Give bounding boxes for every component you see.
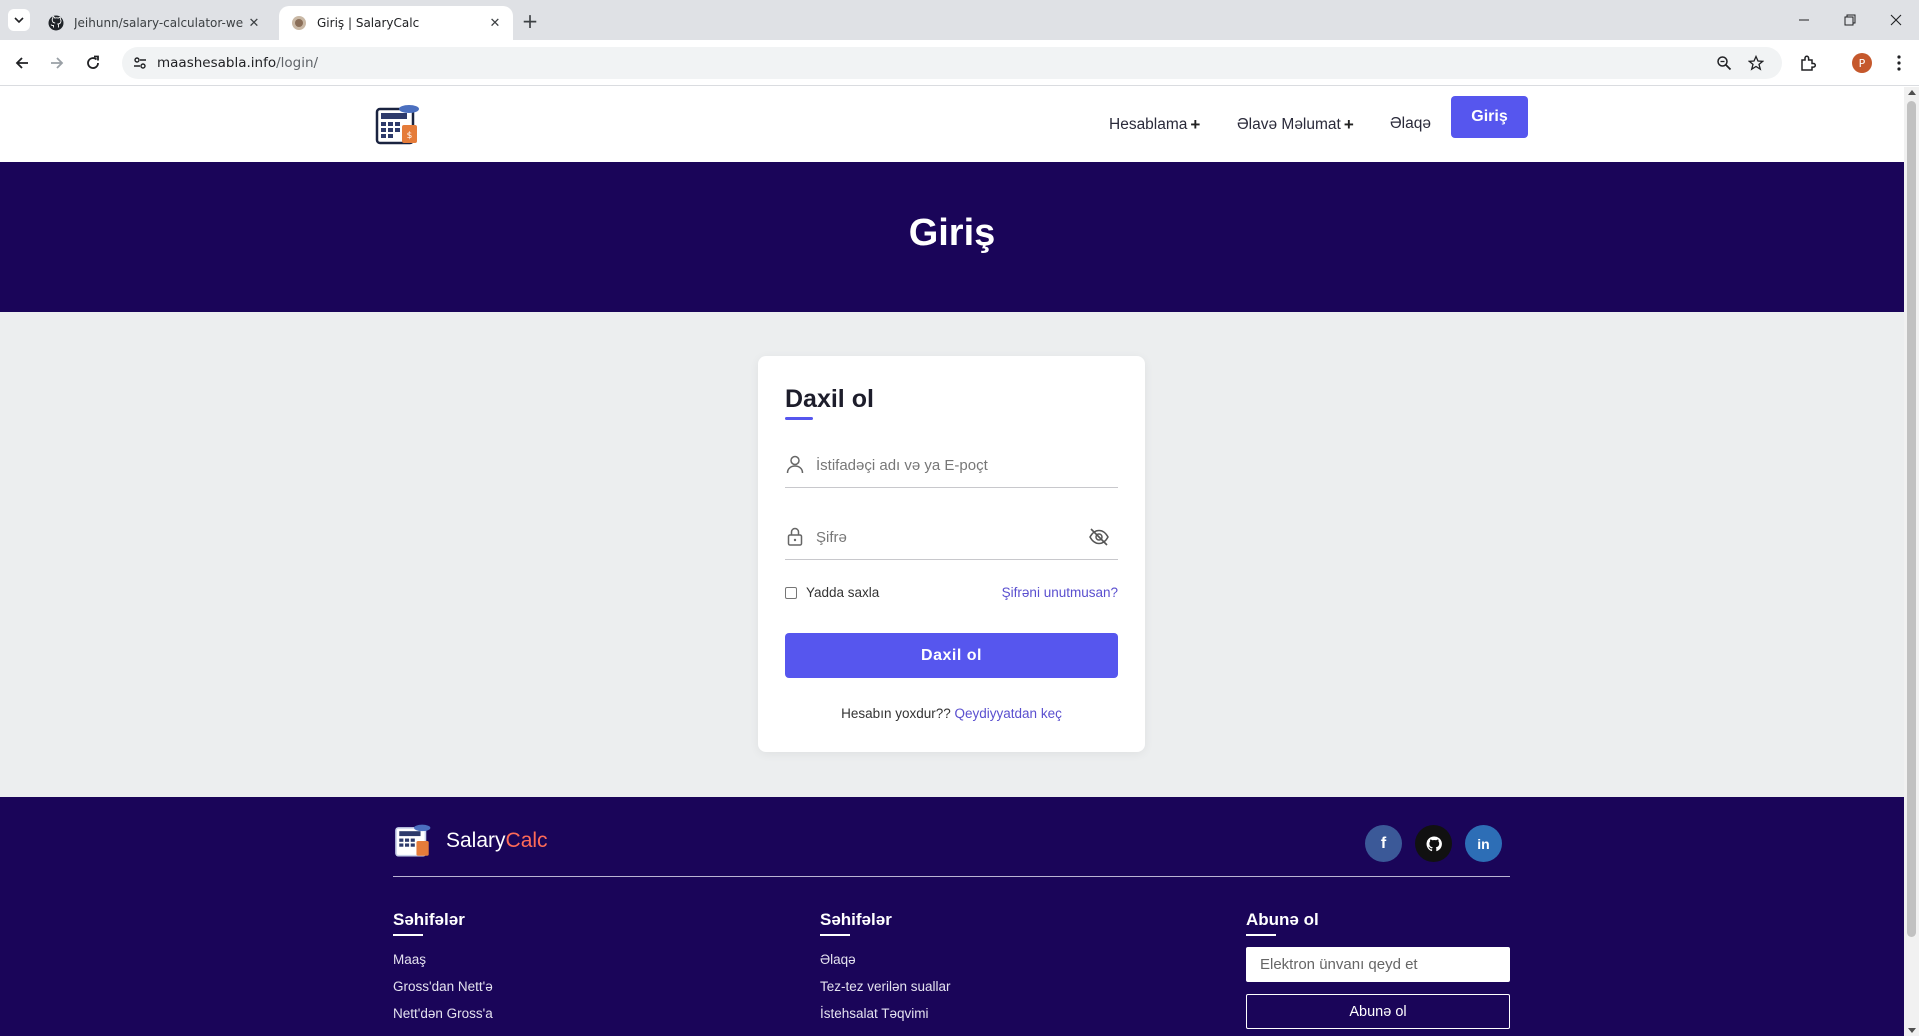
extensions-icon[interactable] [1797, 52, 1819, 74]
scrollbar-thumb[interactable] [1907, 101, 1916, 937]
signup-prompt: Hesabın yoxdur?? Qeydiyyatdan keç [758, 706, 1145, 721]
footer-link[interactable]: İstehsalat Təqvimi [820, 1006, 929, 1021]
restore-icon [1844, 14, 1856, 26]
linkedin-button[interactable]: in [1465, 825, 1502, 862]
page-viewport: $ Hesablama + Əlavə Məlumat + Əlaqə Giriş … [0, 87, 1904, 1036]
url-path: /login/ [276, 55, 319, 71]
facebook-icon: f [1380, 834, 1387, 852]
close-window-button[interactable] [1873, 0, 1919, 40]
nav-contact-label: Əlaqə [1390, 115, 1431, 132]
nav-more-info-label: Əlavə Məlumat [1237, 116, 1341, 133]
newsletter-email-input[interactable]: Elektron ünvanı qeyd et [1246, 947, 1510, 982]
footer-link[interactable]: Nett'dən Gross'a [393, 1006, 493, 1021]
login-card-title: Daxil ol [785, 385, 874, 413]
password-input[interactable] [816, 520, 1086, 554]
close-tab-icon[interactable]: ✕ [244, 13, 264, 33]
zoom-icon[interactable] [1715, 54, 1733, 72]
chevron-down-icon [14, 17, 24, 24]
register-link[interactable]: Qeydiyyatdan keç [955, 706, 1062, 721]
menu-kebab-icon[interactable] [1888, 52, 1910, 74]
reload-icon [87, 55, 99, 69]
arrow-right-icon [51, 57, 64, 69]
footer-link[interactable]: Tez-tez verilən suallar [820, 979, 951, 994]
footer-col3-title: Abunə ol [1246, 910, 1319, 929]
github-icon [48, 15, 64, 31]
footer-col3-underline [1246, 934, 1276, 936]
plus-icon: + [1190, 115, 1201, 134]
forward-button[interactable] [45, 51, 69, 75]
github-button[interactable] [1415, 825, 1452, 862]
close-icon [1890, 14, 1902, 26]
site-header: $ Hesablama + Əlavə Məlumat + Əlaqə Giriş [0, 87, 1904, 162]
svg-text:$: $ [407, 131, 413, 141]
footer-link[interactable]: Gross'dan Nett'ə [393, 979, 493, 994]
footer-col2-underline [820, 934, 850, 936]
nav-contact[interactable]: Əlaqə [1390, 115, 1431, 133]
new-tab-button[interactable]: + [518, 9, 542, 33]
tab-salarycalc[interactable]: Giriş | SalaryCalc ✕ [279, 6, 513, 40]
facebook-button[interactable]: f [1365, 825, 1402, 862]
close-tab-icon[interactable]: ✕ [485, 13, 505, 33]
eye-off-icon[interactable] [1088, 526, 1110, 548]
brand-calc: Calc [505, 829, 548, 852]
remember-label: Yadda saxla [806, 585, 880, 600]
remember-me[interactable]: Yadda saxla [785, 585, 879, 600]
github-icon [1426, 835, 1442, 851]
footer-link[interactable]: Əlaqə [820, 952, 856, 967]
url-text[interactable]: maashesabla.info/login/ [157, 55, 318, 71]
reload-button[interactable] [81, 51, 105, 75]
minimize-button[interactable] [1781, 0, 1827, 40]
scroll-up-arrow-icon[interactable] [1908, 90, 1916, 95]
scroll-down-arrow-icon[interactable] [1908, 1028, 1916, 1033]
remember-checkbox[interactable] [785, 586, 797, 599]
footer-divider [393, 876, 1510, 877]
site-footer: SalaryCalc f in Səhifələr Maaş Gross'dan… [0, 797, 1904, 1036]
page-scrollbar[interactable] [1904, 87, 1919, 1036]
username-field [785, 444, 1118, 488]
site-info-icon[interactable] [132, 55, 148, 71]
address-bar[interactable]: maashesabla.info/login/ [122, 47, 1782, 79]
nav-calc-label: Hesablama [1109, 116, 1188, 133]
plus-icon: + [1343, 115, 1354, 134]
profile-avatar[interactable]: P [1852, 53, 1872, 73]
browser-toolbar: maashesabla.info/login/ P [0, 40, 1919, 86]
url-host: maashesabla.info [157, 55, 277, 71]
hero-banner: Giriş [0, 162, 1904, 312]
brand-salary: Salary [446, 829, 506, 852]
tab-strip: Jeihunn/salary-calculator-web ✕ Giriş | … [0, 0, 1919, 40]
nav-more-info[interactable]: Əlavə Məlumat + [1237, 115, 1354, 135]
back-button[interactable] [10, 51, 34, 75]
footer-col2-title: Səhifələr [820, 910, 892, 929]
user-icon [786, 455, 804, 474]
header-login-button[interactable]: Giriş [1451, 96, 1528, 138]
tab-github[interactable]: Jeihunn/salary-calculator-web ✕ [36, 6, 272, 40]
password-field [785, 516, 1118, 560]
nav-calc[interactable]: Hesablama + [1109, 115, 1200, 135]
tab-title: Giriş | SalaryCalc [317, 16, 420, 30]
footer-brand[interactable]: SalaryCalc [446, 829, 548, 853]
restore-button[interactable] [1827, 0, 1873, 40]
footer-link[interactable]: Maaş [393, 952, 426, 967]
lock-icon [787, 527, 803, 546]
footer-col1-underline [393, 934, 423, 936]
forgot-password-link[interactable]: Şifrəni unutmusan? [1002, 585, 1118, 600]
footer-col1-title: Səhifələr [393, 910, 465, 929]
no-account-text: Hesabın yoxdur?? [841, 706, 951, 721]
page-title: Giriş [908, 212, 996, 254]
bookmark-star-icon[interactable] [1747, 54, 1765, 72]
subscribe-button[interactable]: Abunə ol [1246, 994, 1510, 1029]
login-card: Daxil ol Yadda saxla Şifrəni unutmusan? … [758, 356, 1145, 752]
title-underline [785, 417, 813, 420]
site-favicon-icon [291, 15, 307, 31]
arrow-left-icon [15, 57, 28, 69]
site-logo[interactable]: $ [375, 103, 423, 147]
footer-logo[interactable] [394, 823, 434, 859]
linkedin-icon: in [1477, 835, 1490, 852]
minimize-icon [1799, 19, 1809, 21]
username-input[interactable] [816, 448, 1086, 482]
login-submit-button[interactable]: Daxil ol [785, 633, 1118, 678]
tab-title: Jeihunn/salary-calculator-web [74, 16, 244, 30]
tab-search-button[interactable] [8, 9, 30, 31]
